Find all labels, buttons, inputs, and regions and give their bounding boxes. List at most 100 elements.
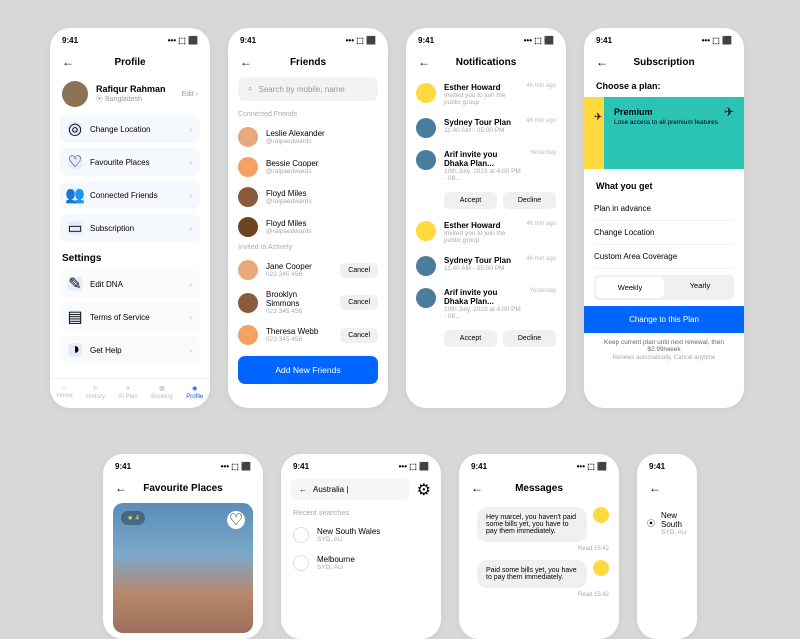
back-icon[interactable]: ← — [471, 481, 483, 495]
friend-item[interactable]: Theresa Webb023 345 456Cancel — [238, 320, 378, 350]
notification-item[interactable]: Esther HowardInvited you to join the pub… — [416, 215, 556, 250]
notification-item[interactable]: Arif invite you Dhaka Plan...10th July, … — [416, 282, 556, 326]
tab-booking[interactable]: ▦Booking — [151, 385, 173, 400]
avatar — [593, 560, 609, 576]
accept-button[interactable]: Accept — [444, 192, 497, 209]
decline-button[interactable]: Decline — [503, 330, 556, 347]
friend-item[interactable]: Floyd Miles@ralpaedwards — [238, 212, 378, 242]
menu-subscription[interactable]: ▭Subscription› — [60, 214, 200, 242]
feature-item: Custom Area Coverage — [594, 245, 734, 269]
billing-toggle[interactable]: Weekly Yearly — [594, 275, 734, 300]
page-title: Messages — [483, 483, 595, 494]
notifications-screen: 9:41••• ⬚ ⬛ ←Notifications Esther Howard… — [406, 28, 566, 408]
cancel-button[interactable]: Cancel — [340, 263, 378, 278]
location-icon: ⦿ — [647, 518, 655, 529]
renewal-note: Keep current plan until next renewal, th… — [594, 333, 734, 355]
clock-icon — [293, 555, 309, 571]
favourite-screen: 9:41••• ⬚ ⬛ ←Favourite Places ★ 4 ♡ — [103, 454, 263, 639]
tab-home[interactable]: ⌂Home — [57, 385, 73, 400]
heart-icon: ♡ — [68, 155, 82, 169]
chevron-right-icon: › — [189, 224, 192, 233]
doc-icon: ▤ — [68, 310, 82, 324]
read-status: Read 15:42 — [459, 592, 619, 602]
settings-heading: Settings — [60, 247, 200, 270]
back-icon[interactable]: ← — [649, 481, 661, 495]
toggle-weekly[interactable]: Weekly — [596, 277, 664, 298]
search-input[interactable]: ⌕Search by mobile, name — [238, 77, 378, 101]
friend-item[interactable]: Brooklyn Simmons023 345 456Cancel — [238, 285, 378, 320]
friend-item[interactable]: Floyd Miles@ralpaedwards — [238, 182, 378, 212]
connected-label: Connected Friends — [238, 109, 378, 122]
chevron-right-icon: › — [189, 280, 192, 289]
read-status: Read 15:42 — [459, 546, 619, 556]
headset-icon: ◑ — [68, 343, 82, 357]
tab-profile[interactable]: ◉Profile — [186, 385, 203, 400]
back-icon[interactable]: ← — [115, 481, 127, 495]
friend-item[interactable]: Bessie Cooper@ralpaedwards — [238, 152, 378, 182]
card-icon: ▭ — [68, 221, 82, 235]
user-location: ⦿ Bangladesh — [96, 94, 174, 104]
plane-icon: ✈ — [724, 105, 734, 119]
menu-connected-friends[interactable]: 👥Connected Friends› — [60, 181, 200, 209]
add-friends-button[interactable]: Add New Friends — [238, 356, 378, 384]
notification-item[interactable]: Esther HowardInvited you to join the pub… — [416, 77, 556, 112]
notification-item[interactable]: Sydney Tour Plan11:40 AM - 05:00 PM46 mi… — [416, 250, 556, 282]
page-title: Favourite Places — [127, 483, 239, 494]
plan-card-basic[interactable]: ✈ — [584, 97, 604, 169]
avatar — [238, 187, 258, 207]
back-icon[interactable]: ← — [62, 55, 74, 69]
page-title: Friends — [252, 57, 364, 68]
recent-item[interactable]: New South WalesSYD, AU — [281, 521, 441, 549]
menu-favourite-places[interactable]: ♡Favourite Places› — [60, 148, 200, 176]
menu-terms[interactable]: ▤Terms of Service› — [60, 303, 200, 331]
menu-edit-dna[interactable]: ✎Edit DNA› — [60, 270, 200, 298]
recent-label: Recent searches — [281, 500, 441, 521]
edit-button[interactable]: Edit › — [182, 91, 198, 98]
plan-card-premium[interactable]: ✈ Premium Lose access to all premium fea… — [604, 97, 744, 169]
back-icon[interactable]: ← — [240, 55, 252, 69]
filter-icon[interactable]: ⚙ — [417, 480, 431, 500]
toggle-yearly[interactable]: Yearly — [666, 275, 734, 300]
menu-help[interactable]: ◑Get Help› — [60, 336, 200, 364]
notification-item[interactable]: Arif invite you Dhaka Plan...10th July, … — [416, 144, 556, 188]
place-image[interactable]: ★ 4 ♡ — [113, 503, 253, 633]
page-title: Notifications — [430, 57, 542, 68]
location-icon: ◎ — [68, 122, 82, 136]
notification-item[interactable]: Sydney Tour Plan11:40 AM - 05:00 PM46 mi… — [416, 112, 556, 144]
recent-item[interactable]: MelbourneSYD, AU — [281, 549, 441, 577]
user-name: Rafiqur Rahman — [96, 84, 174, 94]
avatar — [416, 288, 436, 308]
subscription-screen: 9:41••• ⬚ ⬛ ←Subscription Choose a plan:… — [584, 28, 744, 408]
cancel-button[interactable]: Cancel — [340, 328, 378, 343]
change-plan-button[interactable]: Change to this Plan — [584, 306, 744, 333]
menu-change-location[interactable]: ◎Change Location› — [60, 115, 200, 143]
avatar — [238, 293, 258, 313]
location-item[interactable]: ⦿New SouthSYD, AU — [647, 511, 687, 536]
avatar — [416, 150, 436, 170]
decline-button[interactable]: Decline — [503, 192, 556, 209]
friend-item[interactable]: Leslie Alexander@ralpaedwards — [238, 122, 378, 152]
friends-screen: 9:41••• ⬚ ⬛ ←Friends ⌕Search by mobile, … — [228, 28, 388, 408]
avatar — [416, 256, 436, 276]
heart-icon[interactable]: ♡ — [227, 511, 245, 529]
chevron-right-icon: › — [189, 346, 192, 355]
plane-icon: ✈ — [125, 385, 130, 392]
status-time: 9:41 — [62, 36, 78, 45]
tab-history[interactable]: ↻History — [86, 385, 105, 400]
back-icon[interactable]: ← — [596, 55, 608, 69]
invited-label: Invited to Actively — [238, 242, 378, 255]
profile-header: Rafiqur Rahman ⦿ Bangladesh Edit › — [60, 77, 200, 115]
status-bar: 9:41 ••• ⬚ ⬛ — [50, 28, 210, 49]
feature-item: Change Location — [594, 221, 734, 245]
history-icon: ↻ — [93, 385, 98, 392]
search-input[interactable]: ←Australia | — [291, 479, 409, 500]
accept-button[interactable]: Accept — [444, 330, 497, 347]
friends-icon: 👥 — [68, 188, 82, 202]
profile-screen: 9:41 ••• ⬚ ⬛ ← Profile Rafiqur Rahman ⦿ … — [50, 28, 210, 408]
cancel-button[interactable]: Cancel — [340, 295, 378, 310]
avatar[interactable] — [62, 81, 88, 107]
back-icon[interactable]: ← — [418, 55, 430, 69]
friend-item[interactable]: Jane Cooper023 345 456Cancel — [238, 255, 378, 285]
tab-aiplan[interactable]: ✈AI Plan — [118, 385, 137, 400]
back-icon[interactable]: ← — [299, 485, 307, 494]
